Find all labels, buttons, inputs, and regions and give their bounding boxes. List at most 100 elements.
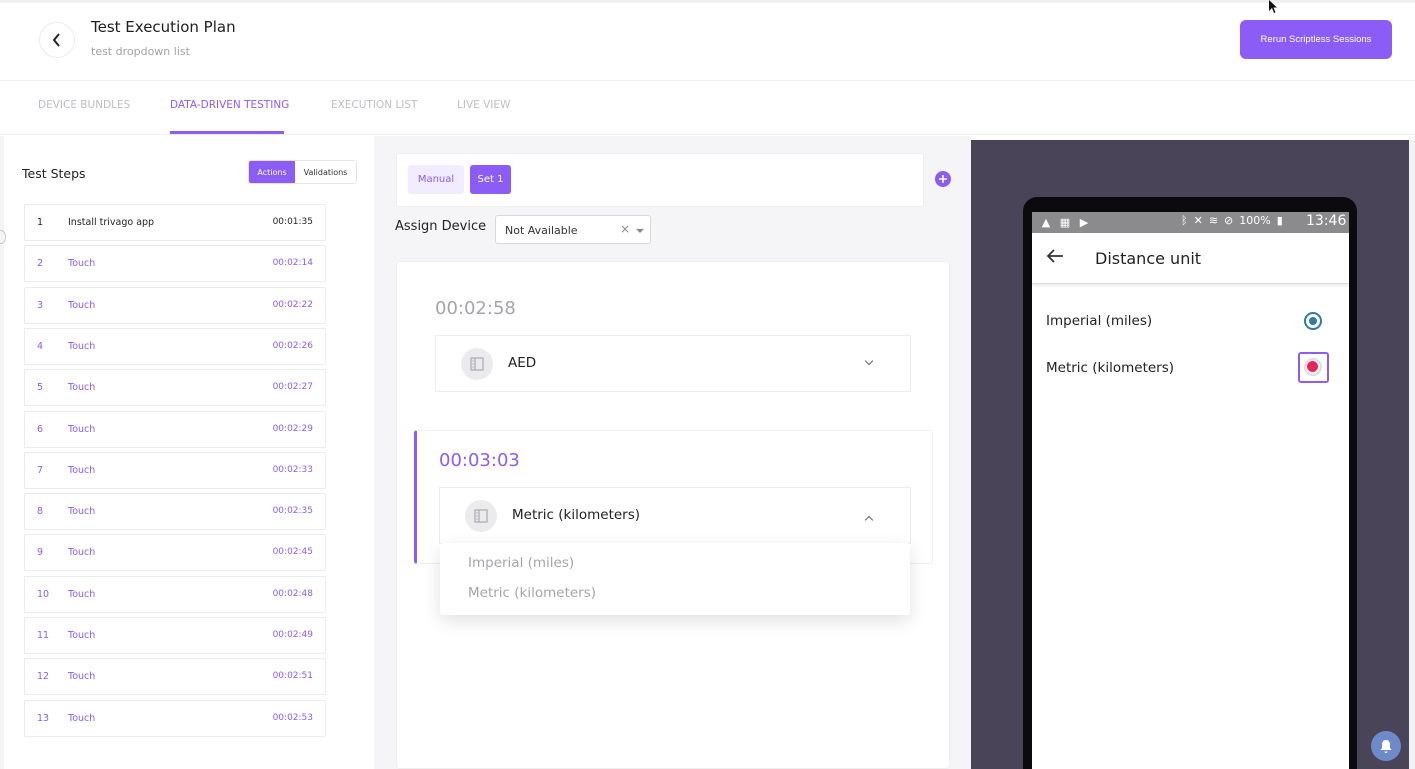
tap-indicator-dot <box>1307 361 1318 372</box>
assign-device-select[interactable]: Not Available × <box>495 215 651 244</box>
step-row[interactable]: 2 Touch 00:02:14 <box>24 245 326 282</box>
step-number: 10 <box>37 589 50 600</box>
step-number: 6 <box>37 424 44 435</box>
actions-validations-toggle: Actions Validations <box>248 160 357 184</box>
step-row[interactable]: 3 Touch 00:02:22 <box>24 287 326 324</box>
page-title: Test Execution Plan <box>91 18 236 36</box>
field-icon <box>465 500 497 532</box>
battery-percent: 100% <box>1239 214 1271 227</box>
step-row[interactable]: 10 Touch 00:02:48 <box>24 576 326 613</box>
mute-icon: ✕ <box>1193 214 1203 227</box>
rerun-scriptless-sessions-button[interactable]: Rerun Scriptless Sessions <box>1240 20 1392 59</box>
tab-bar: DEVICE BUNDLES DATA-DRIVEN TESTING EXECU… <box>0 82 1415 135</box>
active-entry-timestamp: 00:03:03 <box>439 450 520 471</box>
active-tab-indicator <box>170 131 284 134</box>
step-row[interactable]: 7 Touch 00:02:33 <box>24 452 326 489</box>
device-option-imperial[interactable]: Imperial (miles) <box>1046 313 1152 329</box>
step-time: 00:02:49 <box>272 630 313 640</box>
step-time: 00:02:33 <box>272 465 313 475</box>
plus-icon[interactable] <box>935 171 951 187</box>
device-option-metric[interactable]: Metric (kilometers) <box>1046 360 1174 376</box>
bluetooth-icon: ᛒ <box>1181 214 1188 227</box>
step-row[interactable]: 9 Touch 00:02:45 <box>24 534 326 571</box>
back-button[interactable] <box>39 22 75 58</box>
caret-down-icon <box>636 229 644 233</box>
step-number: 5 <box>37 382 44 393</box>
page-header: Test Execution Plan test dropdown list R… <box>0 3 1415 81</box>
entry-value-dropdown[interactable]: AED <box>435 335 911 392</box>
mouse-cursor-icon <box>1269 0 1277 13</box>
battery-icon: ▮ <box>1276 214 1283 227</box>
chevron-down-icon <box>864 356 874 366</box>
step-time: 00:02:29 <box>272 424 313 434</box>
step-time: 00:02:53 <box>272 713 313 723</box>
radio-imperial[interactable] <box>1304 312 1322 330</box>
tab-live-view[interactable]: LIVE VIEW <box>457 99 510 111</box>
step-time: 00:02:48 <box>272 589 313 599</box>
video-icon: ▶ <box>1079 215 1089 229</box>
tab-execution-list[interactable]: EXECUTION LIST <box>331 99 417 111</box>
assign-device-value: Not Available <box>505 224 578 237</box>
page-scrollbar[interactable] <box>1409 140 1415 769</box>
step-time: 00:02:26 <box>272 341 313 351</box>
step-name: Touch <box>68 630 96 641</box>
clear-icon[interactable]: × <box>620 222 630 236</box>
bell-icon[interactable] <box>1371 731 1401 761</box>
phone-screen[interactable] <box>1032 212 1349 769</box>
step-row[interactable]: 5 Touch 00:02:27 <box>24 369 326 406</box>
step-time: 00:01:35 <box>272 217 313 227</box>
step-row[interactable]: 11 Touch 00:02:49 <box>24 617 326 654</box>
step-row[interactable]: 12 Touch 00:02:51 <box>24 658 326 695</box>
page-subtitle: test dropdown list <box>91 45 190 58</box>
step-row[interactable]: 8 Touch 00:02:35 <box>24 493 326 530</box>
tab-device-bundles[interactable]: DEVICE BUNDLES <box>38 99 130 111</box>
step-name: Touch <box>68 258 96 269</box>
step-number: 9 <box>37 547 44 558</box>
entry-timestamp: 00:02:58 <box>435 298 516 319</box>
test-steps-title: Test Steps <box>22 166 86 181</box>
step-row[interactable]: 4 Touch 00:02:26 <box>24 328 326 365</box>
status-right-icons: ᛒ ✕ ≋ ⊘ 100% ▮ <box>1181 214 1283 227</box>
step-name: Install trivago app <box>68 217 155 228</box>
chevron-up-icon <box>864 515 874 525</box>
step-number: 13 <box>37 713 50 724</box>
step-name: Touch <box>68 589 96 600</box>
step-row[interactable]: 6 Touch 00:02:29 <box>24 411 326 448</box>
middle-gutter <box>374 136 396 769</box>
step-name: Touch <box>68 713 96 724</box>
step-time: 00:02:14 <box>272 258 313 268</box>
actions-toggle-button[interactable]: Actions <box>249 161 295 183</box>
dropdown-option-imperial[interactable]: Imperial (miles) <box>468 555 574 571</box>
warning-icon: ▲ <box>1041 215 1051 229</box>
step-name: Touch <box>68 300 96 311</box>
step-name: Touch <box>68 671 96 682</box>
step-number: 4 <box>37 341 44 352</box>
dropdown-option-metric[interactable]: Metric (kilometers) <box>468 585 596 601</box>
manual-set-button[interactable]: Manual <box>408 165 464 194</box>
set-1-button[interactable]: Set 1 <box>470 165 511 194</box>
step-name: Touch <box>68 506 96 517</box>
field-icon <box>461 348 493 380</box>
arrow-left-icon[interactable] <box>1046 248 1064 269</box>
radio-selected-dot <box>1309 317 1317 325</box>
assign-device-label: Assign Device <box>395 219 487 234</box>
step-number: 8 <box>37 506 44 517</box>
step-row[interactable]: 1 Install trivago app 00:01:35 <box>24 204 326 241</box>
step-number: 12 <box>37 671 50 682</box>
dropdown-menu: Imperial (miles) Metric (kilometers) <box>440 543 910 615</box>
validations-toggle-button[interactable]: Validations <box>295 161 356 183</box>
step-number: 3 <box>37 300 44 311</box>
wifi-icon: ≋ <box>1208 214 1219 227</box>
status-left-icons: ▲ ▦ ▶ <box>1039 215 1091 229</box>
status-clock: 13:46 <box>1306 213 1347 229</box>
step-time: 00:02:22 <box>272 300 313 310</box>
step-name: Touch <box>68 424 96 435</box>
step-number: 7 <box>37 465 44 476</box>
active-entry-dropdown[interactable]: Metric (kilometers) <box>439 487 911 544</box>
step-name: Touch <box>68 547 96 558</box>
step-time: 00:02:35 <box>272 506 313 516</box>
tab-data-driven-testing[interactable]: DATA-DRIVEN TESTING <box>170 99 289 111</box>
step-number: 2 <box>37 258 44 269</box>
device-screen-title: Distance unit <box>1095 249 1202 268</box>
step-row[interactable]: 13 Touch 00:02:53 <box>24 700 326 737</box>
